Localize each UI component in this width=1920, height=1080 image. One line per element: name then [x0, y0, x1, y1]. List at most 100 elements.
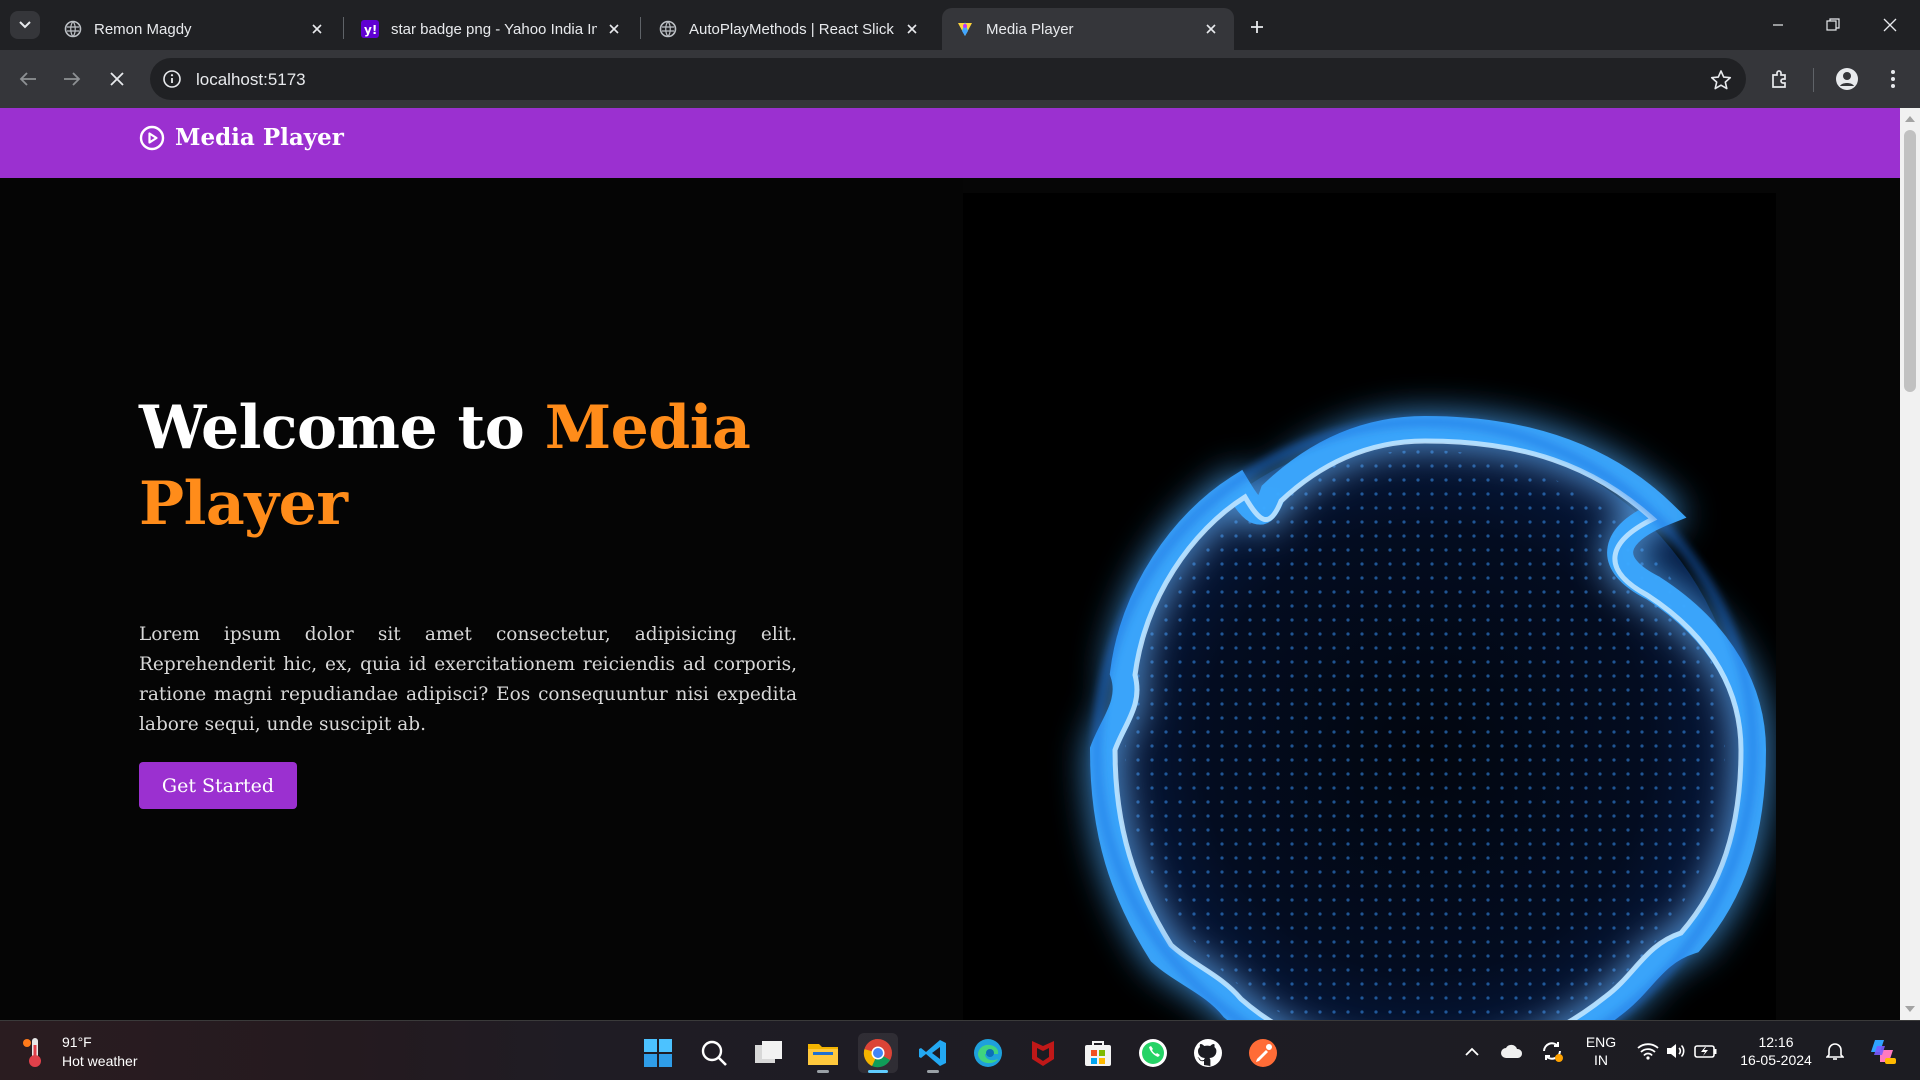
taskbar-mcafee[interactable]	[1023, 1033, 1063, 1073]
browser-toolbar: localhost:5173	[0, 50, 1920, 108]
menu-button[interactable]	[1878, 64, 1908, 94]
taskbar-edge[interactable]	[968, 1033, 1008, 1073]
site-info-icon[interactable]	[162, 69, 182, 89]
system-clock[interactable]: 12:16 16-05-2024	[1733, 1033, 1819, 1069]
search-icon	[701, 1040, 727, 1066]
close-tab-icon[interactable]	[1202, 20, 1220, 38]
copilot-button[interactable]	[1866, 1035, 1898, 1067]
forward-button[interactable]	[57, 64, 87, 94]
restore-icon	[1826, 18, 1840, 31]
tab-title: star badge png - Yahoo India Im	[391, 20, 597, 38]
close-tab-icon[interactable]	[903, 20, 921, 38]
chrome-icon	[863, 1038, 892, 1068]
weather-widget[interactable]: 91°F Hot weather	[22, 1033, 137, 1071]
tab-title: Remon Magdy	[94, 20, 192, 38]
brand-logo[interactable]: Media Player	[139, 124, 344, 151]
puzzle-icon	[1772, 70, 1786, 88]
postman-icon	[1249, 1039, 1277, 1067]
notifications-button[interactable]	[1823, 1039, 1847, 1063]
start-button[interactable]	[638, 1033, 678, 1073]
sync-tray[interactable]	[1540, 1039, 1564, 1063]
bookmark-star-icon[interactable]	[1710, 69, 1732, 91]
arrow-right-icon	[64, 72, 81, 86]
chevron-down-icon	[19, 21, 31, 29]
mcafee-icon	[1032, 1041, 1054, 1066]
github-icon	[1194, 1039, 1222, 1067]
minimize-button[interactable]	[1763, 10, 1793, 40]
new-tab-button[interactable]	[1243, 13, 1271, 41]
react-icon	[958, 22, 972, 36]
tab-separator	[640, 17, 641, 39]
battery-tray[interactable]	[1694, 1039, 1718, 1063]
taskbar-postman[interactable]	[1243, 1033, 1283, 1073]
onedrive-tray[interactable]	[1500, 1039, 1524, 1063]
tab-react-slick[interactable]: AutoPlayMethods | React Slick	[645, 8, 935, 50]
globe-icon	[659, 20, 677, 38]
whatsapp-icon	[1139, 1039, 1167, 1067]
page-scrollbar[interactable]	[1900, 108, 1920, 1020]
get-started-button[interactable]: Get Started	[139, 762, 297, 809]
task-view-button[interactable]	[749, 1033, 789, 1073]
arrow-left-icon	[19, 72, 36, 86]
tab-title: AutoPlayMethods | React Slick	[689, 20, 894, 38]
more-vertical-icon	[1891, 70, 1895, 88]
language-region: IN	[1594, 1052, 1608, 1068]
tab-separator	[343, 17, 344, 39]
tab-media-player[interactable]: Media Player	[942, 8, 1234, 50]
close-icon	[110, 72, 124, 86]
hero-title-plain: Welcome to	[139, 393, 545, 463]
profile-icon	[1836, 68, 1858, 90]
copilot-icon	[1871, 1040, 1896, 1064]
extensions-button[interactable]	[1765, 64, 1795, 94]
stop-loading-button[interactable]	[102, 64, 132, 94]
close-window-button[interactable]	[1875, 10, 1905, 40]
wifi-icon	[1637, 1043, 1659, 1060]
site-navbar: Media Player	[0, 108, 1900, 178]
tab-yahoo[interactable]: y! star badge png - Yahoo India Im	[347, 8, 637, 50]
wifi-tray[interactable]	[1636, 1039, 1660, 1063]
chevron-up-icon	[1465, 1047, 1479, 1056]
close-tab-icon[interactable]	[308, 20, 326, 38]
brand-name: Media Player	[175, 124, 344, 151]
taskbar-chrome[interactable]	[858, 1033, 898, 1073]
hero-title: Welcome to Media Player	[139, 390, 839, 542]
sync-icon	[1543, 1042, 1563, 1062]
close-icon	[1883, 18, 1897, 32]
show-hidden-icons-button[interactable]	[1460, 1039, 1484, 1063]
play-circle-icon	[139, 125, 165, 150]
back-button[interactable]	[13, 64, 43, 94]
taskbar-whatsapp[interactable]	[1133, 1033, 1173, 1073]
cloud-icon	[1501, 1044, 1523, 1058]
task-view-icon	[755, 1041, 782, 1063]
thermometer-icon	[23, 1038, 41, 1067]
language-code: ENG	[1585, 1034, 1617, 1050]
taskbar-vscode[interactable]	[913, 1033, 953, 1073]
taskbar-search[interactable]	[694, 1033, 734, 1073]
file-explorer-icon	[808, 1044, 838, 1065]
tab-strip: Remon Magdy y! star badge png - Yahoo In…	[0, 0, 1920, 50]
weather-description: Hot weather	[62, 1053, 138, 1069]
input-language[interactable]: ENG IN	[1583, 1033, 1619, 1069]
start-icon	[644, 1039, 672, 1067]
running-indicator	[927, 1070, 939, 1073]
plus-icon	[1251, 21, 1263, 33]
url-text[interactable]: localhost:5173	[196, 70, 306, 90]
taskbar-file-explorer[interactable]	[803, 1033, 843, 1073]
scroll-down-arrow[interactable]	[1905, 1006, 1915, 1012]
tab-remon-magdy[interactable]: Remon Magdy	[50, 8, 340, 50]
profile-button[interactable]	[1832, 64, 1862, 94]
close-tab-icon[interactable]	[605, 20, 623, 38]
hero-text-section	[0, 178, 963, 1020]
store-icon	[1085, 1041, 1111, 1066]
taskbar-github[interactable]	[1188, 1033, 1228, 1073]
address-bar[interactable]: localhost:5173	[150, 58, 1746, 100]
scroll-up-arrow[interactable]	[1905, 116, 1915, 122]
globe-icon	[64, 20, 82, 38]
volume-tray[interactable]	[1664, 1039, 1688, 1063]
scroll-thumb[interactable]	[1904, 130, 1916, 392]
clock-date: 16-05-2024	[1740, 1052, 1812, 1068]
taskbar-store[interactable]	[1078, 1033, 1118, 1073]
tab-search-button[interactable]	[10, 11, 40, 39]
clock-time: 12:16	[1758, 1034, 1794, 1050]
restore-button[interactable]	[1818, 10, 1848, 40]
